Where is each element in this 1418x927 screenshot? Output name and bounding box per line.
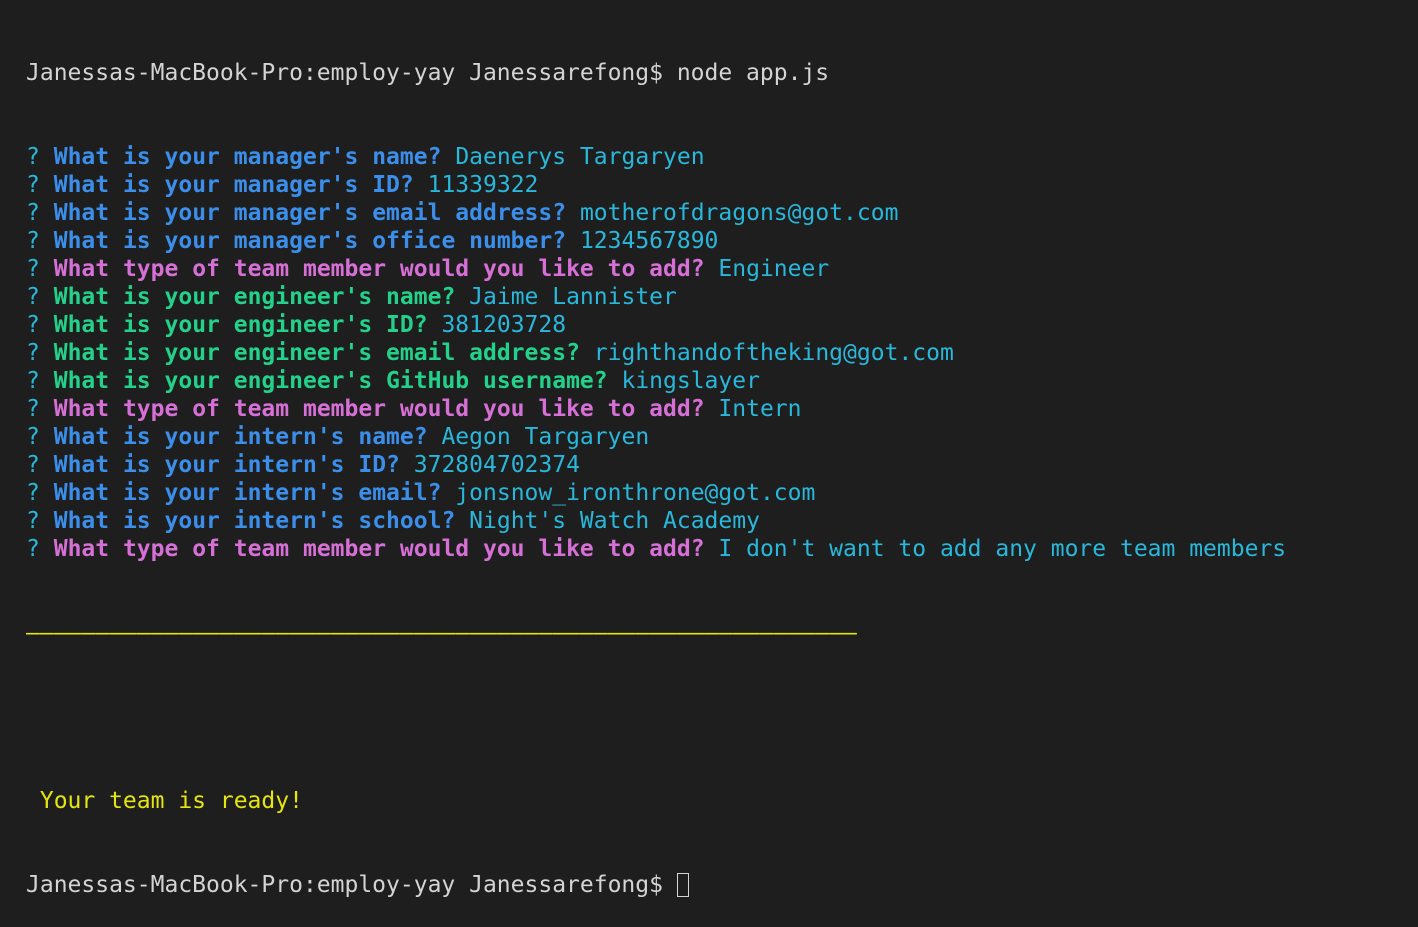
question-text: What is your intern's school? bbox=[53, 508, 456, 534]
command-prompt-line: Janessas-MacBook-Pro:employ-yay Janessar… bbox=[26, 60, 830, 86]
answer-text: kingslayer bbox=[621, 368, 760, 394]
answer-text: Night's Watch Academy bbox=[469, 508, 760, 534]
cursor-block bbox=[676, 873, 689, 897]
question-text: What is your manager's email address? bbox=[53, 200, 567, 226]
question-text: What type of team member would you like … bbox=[53, 536, 705, 562]
answer-text: Aegon Targaryen bbox=[441, 424, 650, 450]
terminal-output: Janessas-MacBook-Pro:employ-yay Janessar… bbox=[26, 3, 1286, 927]
question-text: What is your manager's ID? bbox=[53, 172, 414, 198]
answer-text: jonsnow_ironthrone@got.com bbox=[455, 480, 816, 506]
qa-line: ? What is your manager's name? Daenerys … bbox=[26, 143, 1286, 171]
question-text: What is your intern's email? bbox=[53, 480, 442, 506]
question-mark: ? bbox=[26, 144, 40, 170]
question-mark: ? bbox=[26, 480, 40, 506]
qa-line: ? What is your engineer's name? Jaime La… bbox=[26, 283, 1286, 311]
question-text: What is your intern's name? bbox=[53, 424, 428, 450]
qa-line: ? What type of team member would you lik… bbox=[26, 535, 1286, 563]
qa-list: ? What is your manager's name? Daenerys … bbox=[26, 143, 1286, 563]
qa-line: ? What is your intern's email? jonsnow_i… bbox=[26, 479, 1286, 507]
answer-text: 381203728 bbox=[441, 312, 567, 338]
question-text: What is your manager's name? bbox=[53, 144, 442, 170]
question-mark: ? bbox=[26, 340, 40, 366]
question-mark: ? bbox=[26, 284, 40, 310]
qa-line: ? What is your intern's ID? 372804702374 bbox=[26, 451, 1286, 479]
qa-line: ? What type of team member would you lik… bbox=[26, 255, 1286, 283]
ready-message: Your team is ready! bbox=[26, 788, 303, 814]
question-mark: ? bbox=[26, 508, 40, 534]
question-mark: ? bbox=[26, 228, 40, 254]
qa-line: ? What is your intern's school? Night's … bbox=[26, 507, 1286, 535]
question-mark: ? bbox=[26, 256, 40, 282]
question-mark: ? bbox=[26, 452, 40, 478]
question-text: What type of team member would you like … bbox=[53, 396, 705, 422]
answer-text: Daenerys Targaryen bbox=[455, 144, 705, 170]
question-text: What is your engineer's GitHub username? bbox=[53, 368, 608, 394]
question-mark: ? bbox=[26, 396, 40, 422]
qa-line: ? What is your manager's ID? 11339322 bbox=[26, 171, 1286, 199]
answer-text: 11339322 bbox=[427, 172, 539, 198]
question-mark: ? bbox=[26, 424, 40, 450]
qa-line: ? What is your engineer's email address?… bbox=[26, 339, 1286, 367]
bottom-prompt-text: Janessas-MacBook-Pro:employ-yay Janessar… bbox=[26, 872, 677, 898]
qa-line: ? What is your engineer's GitHub usernam… bbox=[26, 367, 1286, 395]
question-mark: ? bbox=[26, 312, 40, 338]
answer-text: Engineer bbox=[718, 256, 830, 282]
question-text: What is your manager's office number? bbox=[53, 228, 567, 254]
question-text: What is your engineer's email address? bbox=[53, 340, 580, 366]
question-text: What type of team member would you like … bbox=[53, 256, 705, 282]
question-mark: ? bbox=[26, 536, 40, 562]
answer-text: Intern bbox=[718, 396, 802, 422]
answer-text: I don't want to add any more team member… bbox=[718, 536, 1287, 562]
divider-line: ————————————————————————————————————————… bbox=[26, 620, 857, 646]
qa-line: ? What is your manager's office number? … bbox=[26, 227, 1286, 255]
qa-line: ? What is your intern's name? Aegon Targ… bbox=[26, 423, 1286, 451]
qa-line: ? What is your engineer's ID? 381203728 bbox=[26, 311, 1286, 339]
answer-text: Jaime Lannister bbox=[469, 284, 677, 310]
answer-text: 372804702374 bbox=[413, 452, 580, 478]
question-text: What is your engineer's ID? bbox=[53, 312, 428, 338]
answer-text: motherofdragons@got.com bbox=[579, 200, 899, 226]
answer-text: righthandoftheking@got.com bbox=[593, 340, 954, 366]
answer-text: 1234567890 bbox=[579, 228, 719, 254]
bottom-prompt-line[interactable]: Janessas-MacBook-Pro:employ-yay Janessar… bbox=[26, 871, 1286, 899]
question-text: What is your intern's ID? bbox=[53, 452, 400, 478]
question-mark: ? bbox=[26, 368, 40, 394]
qa-line: ? What type of team member would you lik… bbox=[26, 395, 1286, 423]
question-text: What is your engineer's name? bbox=[53, 284, 456, 310]
qa-line: ? What is your manager's email address? … bbox=[26, 199, 1286, 227]
question-mark: ? bbox=[26, 200, 40, 226]
question-mark: ? bbox=[26, 172, 40, 198]
